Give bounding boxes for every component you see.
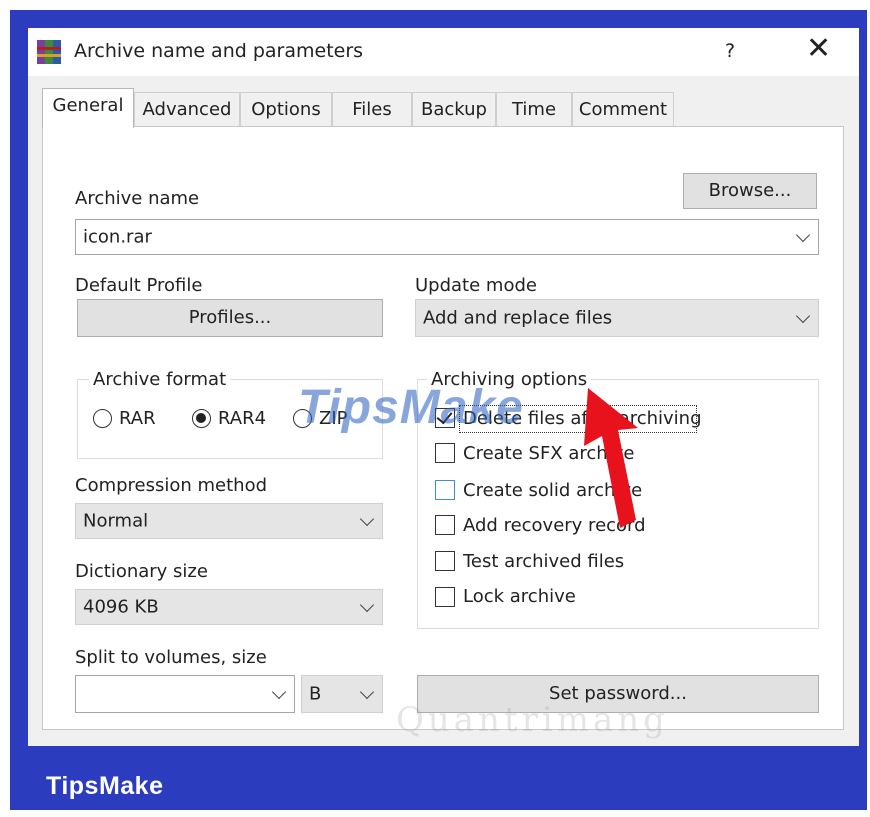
brand-label: TipsMake	[46, 772, 164, 800]
tab-advanced[interactable]: Advanced	[134, 92, 240, 126]
radio-rar4-label: RAR4	[218, 408, 267, 429]
profiles-button[interactable]: Profiles...	[77, 299, 383, 337]
chevron-down-icon	[271, 684, 287, 700]
dictionary-size-select[interactable]: 4096 KB	[75, 589, 383, 625]
dictionary-size-label: Dictionary size	[75, 561, 208, 582]
archive-name-combo[interactable]: icon.rar	[75, 219, 819, 255]
radio-rar[interactable]	[93, 409, 112, 428]
chevron-down-icon	[359, 511, 375, 527]
split-size-combo[interactable]	[75, 675, 295, 713]
radio-rar4[interactable]	[192, 409, 211, 428]
window-title: Archive name and parameters	[74, 40, 364, 62]
archive-format-legend: Archive format	[89, 369, 231, 390]
dictionary-size-value: 4096 KB	[83, 596, 159, 618]
tab-comment[interactable]: Comment	[572, 92, 674, 126]
update-mode-value: Add and replace files	[423, 307, 613, 329]
quantrimang-watermark: Quantrimang	[396, 700, 669, 740]
help-button[interactable]: ?	[725, 40, 735, 62]
tab-backup[interactable]: Backup	[412, 92, 496, 126]
lock-archive-checkbox[interactable]	[435, 587, 455, 607]
tipsmake-watermark: TipsMake	[298, 381, 524, 434]
chevron-down-icon	[359, 684, 375, 700]
split-unit-value: B	[309, 683, 322, 705]
compression-method-select[interactable]: Normal	[75, 503, 383, 539]
split-volumes-label: Split to volumes, size	[75, 647, 267, 668]
test-archived-label: Test archived files	[463, 551, 625, 572]
red-arrow-annotation	[584, 388, 638, 528]
browse-button[interactable]: Browse...	[683, 173, 817, 209]
create-sfx-checkbox[interactable]	[435, 443, 455, 463]
update-mode-select[interactable]: Add and replace files	[415, 299, 819, 337]
tab-general[interactable]: General	[42, 88, 134, 128]
default-profile-label: Default Profile	[75, 275, 203, 296]
chevron-down-icon	[359, 597, 375, 613]
create-solid-checkbox[interactable]	[435, 480, 455, 500]
tab-options[interactable]: Options	[240, 92, 332, 126]
radio-rar-label: RAR	[119, 408, 156, 429]
archive-name-label: Archive name	[75, 188, 200, 209]
split-unit-select[interactable]: B	[301, 675, 383, 713]
close-button[interactable]: ✕	[806, 34, 831, 64]
title-bar: Archive name and parameters ? ✕	[28, 28, 859, 76]
chevron-down-icon	[795, 308, 811, 324]
tab-time[interactable]: Time	[496, 92, 572, 126]
tab-files[interactable]: Files	[332, 92, 412, 126]
compression-method-value: Normal	[83, 510, 149, 532]
archive-name-value: icon.rar	[83, 226, 152, 248]
winrar-icon	[37, 40, 61, 64]
lock-archive-label: Lock archive	[463, 586, 576, 607]
test-archived-checkbox[interactable]	[435, 551, 455, 571]
update-mode-label: Update mode	[415, 275, 537, 296]
recovery-record-checkbox[interactable]	[435, 515, 455, 535]
compression-method-label: Compression method	[75, 475, 268, 496]
chevron-down-icon	[795, 227, 811, 243]
